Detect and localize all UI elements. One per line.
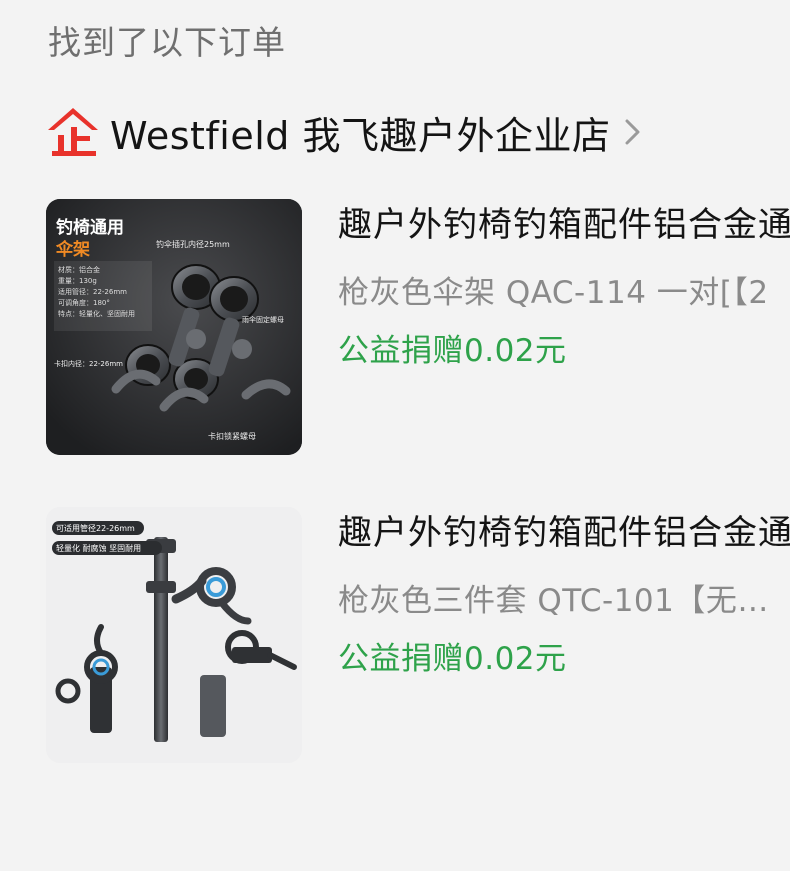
thumb-spec: 适用管径：22-26mm [58, 288, 127, 296]
thumb-spec: 材质：铝合金 [58, 266, 100, 274]
donation-amount: 公益捐赠0.02元 [338, 333, 567, 369]
thumb-tag: 轻量化 耐腐蚀 坚固耐用 [56, 544, 142, 553]
product-title: 趣户外钓椅钓箱配件铝合金通用三件套 [338, 513, 790, 553]
thumb-tag: 可适用管径22-26mm [56, 524, 135, 533]
product-thumbnail: 钓椅通用 伞架 材质：铝合金 重量：130g 适用管径：22-26mm 可调角度… [46, 199, 302, 455]
store-name: Westfield 我飞趣户外企业店 [110, 113, 611, 158]
order-info: 趣户外钓椅钓箱配件铝合金通用伞架 枪灰色伞架 QAC-114 一对[【2 公益捐… [338, 199, 790, 457]
order-item[interactable]: 可适用管径22-26mm 轻量化 耐腐蚀 坚固耐用 趣户外钓椅钓箱配件铝合金通用… [46, 507, 790, 765]
thumb-spec: 可调角度：180° [58, 299, 110, 307]
page-heading: 找到了以下订单 [48, 23, 286, 62]
product-title: 趣户外钓椅钓箱配件铝合金通用伞架 [338, 205, 790, 245]
thumb-callout: 钓伞插孔内径25mm [156, 240, 230, 249]
chevron-right-icon [625, 119, 639, 145]
thumb-callout: 雨伞固定螺母 [242, 316, 284, 324]
product-thumbnail: 可适用管径22-26mm 轻量化 耐腐蚀 坚固耐用 [46, 507, 302, 763]
store-link[interactable]: Westfield 我飞趣户外企业店 [44, 104, 643, 160]
store-logo-icon [48, 108, 98, 156]
product-variant: 枪灰色三件套 QTC-101【无固定夹】 [338, 583, 790, 619]
order-item[interactable]: 钓椅通用 伞架 材质：铝合金 重量：130g 适用管径：22-26mm 可调角度… [46, 199, 790, 457]
donation-amount: 公益捐赠0.02元 [338, 641, 567, 677]
thumb-spec: 重量：130g [58, 277, 97, 285]
thumb-badge-line2: 伞架 [56, 240, 90, 260]
thumb-callout: 卡扣锁紧螺母 [208, 432, 256, 441]
thumb-spec: 特点：轻量化、坚固耐用 [58, 310, 135, 318]
order-info: 趣户外钓椅钓箱配件铝合金通用三件套 枪灰色三件套 QTC-101【无固定夹】 公… [338, 507, 790, 765]
thumb-callout: 卡扣内径：22-26mm [54, 360, 123, 368]
thumb-spec-list: 材质：铝合金 重量：130g 适用管径：22-26mm 可调角度：180° 特点… [58, 265, 135, 320]
product-variant: 枪灰色伞架 QAC-114 一对[【2 [338, 275, 769, 311]
